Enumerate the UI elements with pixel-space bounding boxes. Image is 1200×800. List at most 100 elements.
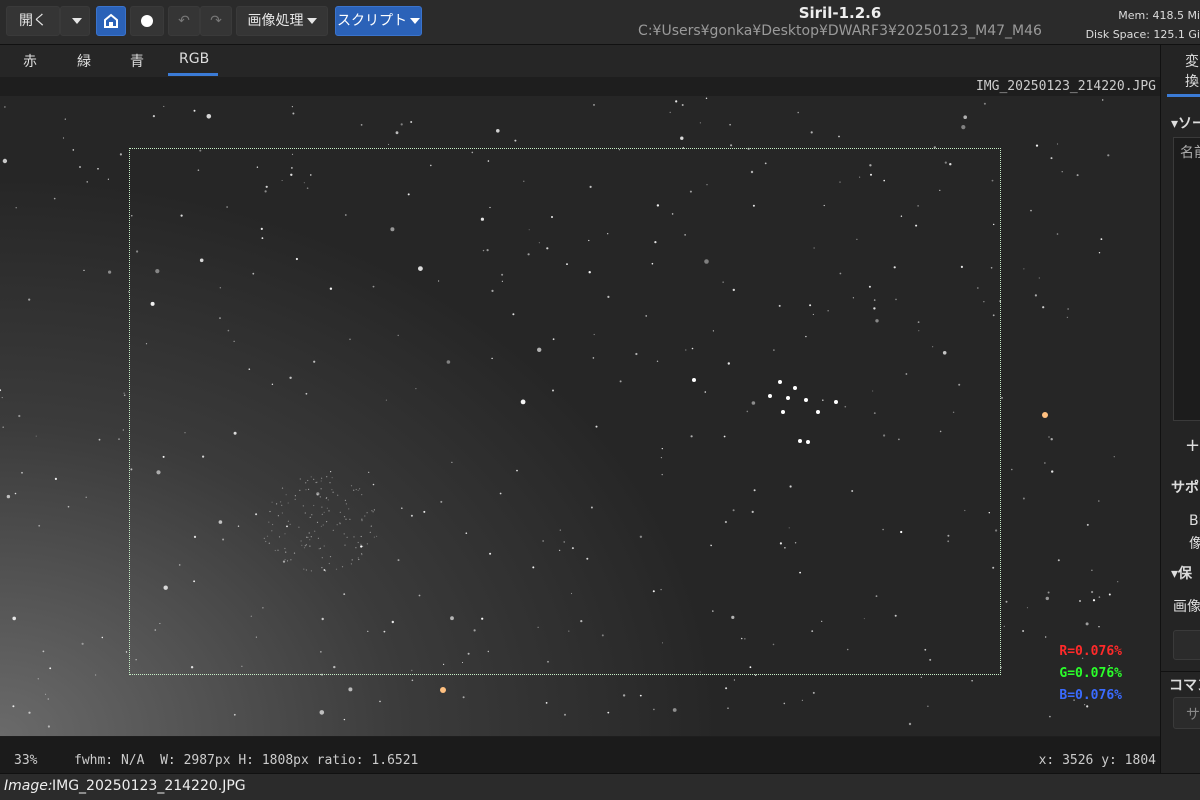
star — [1049, 715, 1051, 718]
star — [410, 121, 413, 123]
star — [1108, 593, 1111, 596]
star — [1044, 462, 1046, 464]
star — [35, 435, 37, 437]
pixel-value-green: G=0.076% — [1059, 666, 1122, 681]
star — [1034, 294, 1037, 297]
star — [12, 705, 15, 708]
working-directory: C:¥Users¥gonka¥Desktop¥DWARF3¥20250123_M… — [638, 23, 1042, 39]
star — [28, 298, 31, 301]
star — [1061, 171, 1063, 173]
star — [1038, 277, 1040, 279]
star — [1011, 468, 1013, 471]
tab-conversion-line2: 換 — [1185, 74, 1199, 90]
star — [38, 524, 41, 527]
add-button[interactable]: + — [1185, 435, 1200, 456]
home-button[interactable] — [96, 6, 126, 36]
star — [675, 100, 678, 103]
header-toolbar: 開く ↶ ↷ 画像処理 スクリプト Siril-1.2.6 C:¥Users¥g… — [0, 0, 1200, 45]
star — [379, 700, 381, 703]
star — [1042, 306, 1045, 309]
star — [152, 115, 155, 118]
star — [118, 438, 120, 440]
star — [727, 707, 729, 709]
star — [1117, 581, 1119, 583]
star — [193, 109, 196, 112]
star — [963, 115, 967, 119]
star — [1035, 144, 1039, 147]
source-file-list[interactable]: 名前 — [1173, 137, 1200, 421]
open-recent-dropdown-button[interactable] — [60, 6, 90, 36]
column-header-name[interactable]: 名前 — [1180, 142, 1200, 162]
star — [564, 713, 566, 716]
star — [733, 679, 736, 681]
star — [920, 676, 922, 678]
memory-usage: Mem: 418.5 Mi — [1118, 9, 1200, 22]
star — [67, 505, 70, 508]
star — [1050, 157, 1053, 160]
zoom-level: 33% — [14, 753, 38, 768]
save-section-header[interactable]: ▾保 — [1171, 563, 1192, 583]
star — [797, 111, 799, 114]
star — [1057, 559, 1060, 562]
star — [400, 123, 403, 126]
star — [125, 651, 128, 653]
star — [2, 158, 8, 164]
undo-button[interactable]: ↶ — [168, 6, 200, 36]
star — [1051, 470, 1054, 473]
circle-icon — [141, 15, 153, 27]
selection-rectangle[interactable] — [129, 148, 1001, 675]
star — [1092, 599, 1096, 602]
star — [1107, 154, 1110, 157]
open-button[interactable]: 開く — [6, 6, 60, 36]
star — [108, 270, 112, 274]
star — [1086, 523, 1089, 526]
output-name-input[interactable] — [1173, 630, 1200, 660]
star — [1022, 497, 1025, 500]
star — [927, 705, 929, 707]
star — [1047, 591, 1050, 594]
tab-red[interactable]: 赤 — [23, 51, 37, 71]
star — [1076, 174, 1079, 177]
image-processing-menu[interactable]: 画像処理 — [236, 6, 328, 36]
star — [53, 197, 56, 200]
star — [1091, 590, 1094, 594]
canvas-side-area — [1125, 96, 1160, 736]
star — [64, 118, 66, 120]
star — [462, 696, 465, 699]
star — [107, 178, 109, 180]
image-info: fwhm: N/A W: 2987px H: 1808px ratio: 1.6… — [74, 753, 419, 768]
tab-blue[interactable]: 青 — [130, 51, 144, 71]
redo-button[interactable]: ↷ — [200, 6, 232, 36]
star — [1098, 596, 1101, 598]
undo-icon: ↶ — [178, 13, 190, 29]
record-button[interactable] — [130, 6, 164, 36]
image-canvas[interactable]: R=0.076% G=0.076% B=0.076% — [0, 96, 1125, 736]
star — [622, 694, 626, 697]
command-input[interactable]: サ — [1173, 697, 1200, 729]
star — [593, 104, 595, 106]
star — [1022, 630, 1025, 632]
source-section-header[interactable]: ▾ソー — [1171, 113, 1200, 133]
star — [42, 650, 45, 653]
star — [801, 699, 804, 701]
star — [607, 711, 610, 714]
star — [961, 125, 966, 130]
scripts-label: スクリプト — [337, 13, 407, 29]
star — [83, 269, 85, 271]
star — [669, 111, 671, 114]
star — [360, 124, 363, 126]
tab-rgb[interactable]: RGB — [179, 51, 209, 67]
star — [343, 718, 346, 721]
star — [1098, 252, 1101, 254]
star — [1001, 397, 1003, 399]
status-bar: 33% fwhm: N/A W: 2987px H: 1808px ratio:… — [0, 737, 1160, 773]
scripts-menu[interactable]: スクリプト — [335, 6, 422, 36]
tab-conversion[interactable]: 変換 — [1185, 51, 1199, 91]
cursor-coordinates: x: 3526 y: 1804 — [1038, 753, 1156, 768]
star — [85, 496, 87, 498]
star — [1, 397, 3, 399]
star — [72, 149, 75, 151]
star — [1098, 626, 1100, 628]
support-text-2: 像 — [1189, 533, 1200, 553]
tab-green[interactable]: 緑 — [77, 51, 91, 71]
